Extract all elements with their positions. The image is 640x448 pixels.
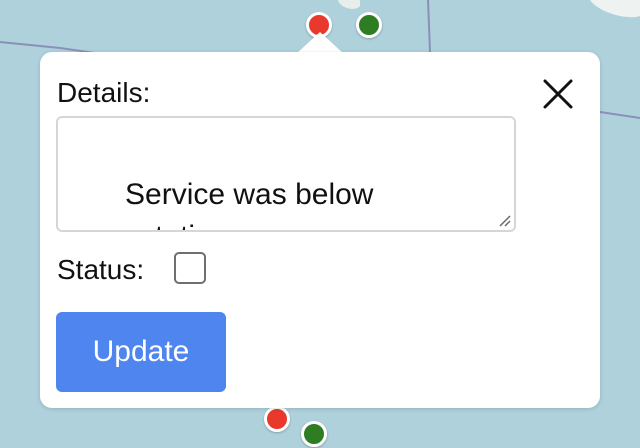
marker-red-bottom[interactable]	[264, 406, 290, 432]
update-button[interactable]: Update	[56, 312, 226, 392]
marker-popup: Details: Service was below expectations.…	[40, 52, 600, 408]
marker-green-bottom[interactable]	[301, 421, 327, 447]
close-icon[interactable]	[538, 74, 578, 114]
status-label: Status:	[57, 254, 145, 285]
popup-tip	[296, 32, 344, 54]
map-canvas[interactable]: Details: Service was below expectations.…	[0, 0, 640, 448]
resize-grip-icon[interactable]	[496, 212, 512, 228]
details-textarea[interactable]: Service was below expectations.	[56, 116, 516, 232]
marker-green-top[interactable]	[356, 12, 382, 38]
details-label: Details:	[57, 77, 151, 108]
details-text: Service was below expectations.	[75, 178, 374, 230]
status-checkbox[interactable]	[174, 252, 206, 284]
close-button[interactable]	[538, 74, 578, 114]
